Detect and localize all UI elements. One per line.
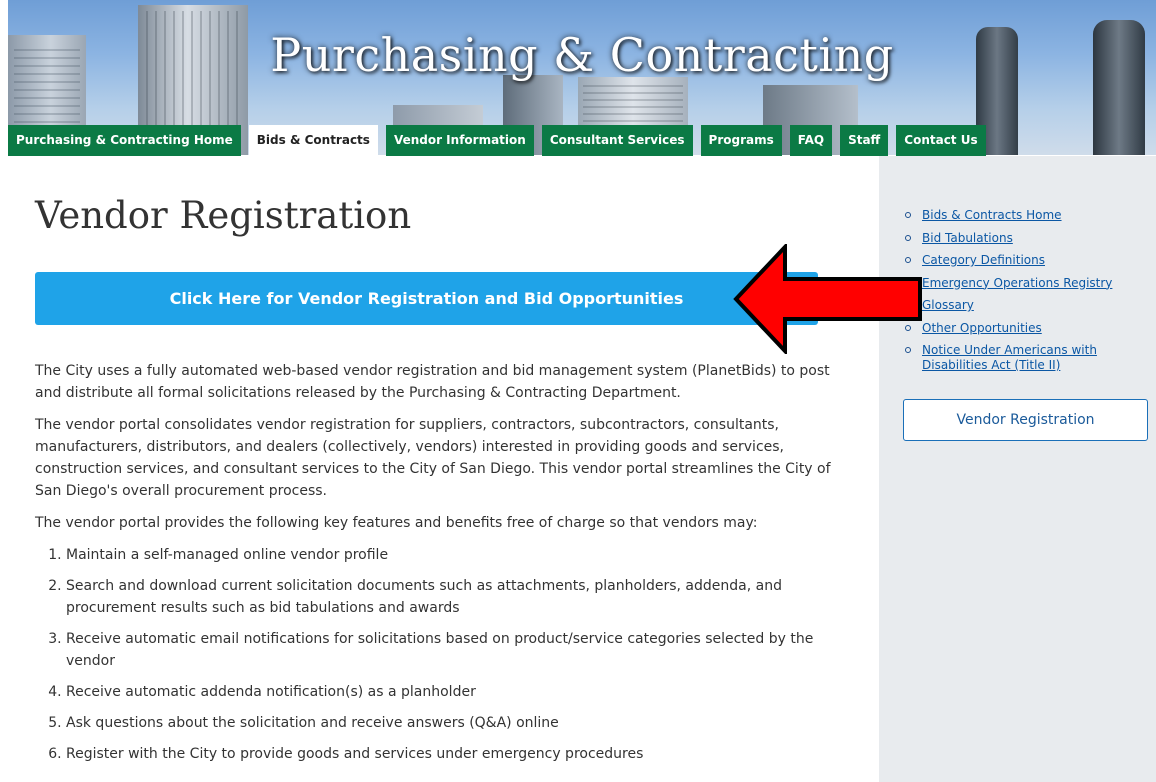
features-intro-paragraph: The vendor portal provides the following… <box>35 515 758 531</box>
link-emergency-operations-registry[interactable]: Emergency Operations Registry <box>922 276 1112 290</box>
list-item: Register with the City to provide goods … <box>66 743 850 765</box>
site-title: Purchasing & Contracting <box>270 28 894 82</box>
sidebar-item-other-opportunities: Other Opportunities <box>904 321 1144 336</box>
sidebar-item-bid-tabulations: Bid Tabulations <box>904 231 1144 246</box>
features-list: Maintain a self-managed online vendor pr… <box>35 544 850 765</box>
tab-faq[interactable]: FAQ <box>789 125 833 156</box>
list-item: Receive automatic email notifications fo… <box>66 628 850 672</box>
link-bids-contracts-home[interactable]: Bids & Contracts Home <box>922 208 1062 222</box>
link-bid-tabulations[interactable]: Bid Tabulations <box>922 231 1013 245</box>
tab-bids-contracts[interactable]: Bids & Contracts <box>248 125 378 156</box>
body-text: The City uses a fully automated web-base… <box>35 360 850 774</box>
list-item: Search and download current solicitation… <box>66 575 850 619</box>
sidebar-item-emergency-operations-registry: Emergency Operations Registry <box>904 276 1144 291</box>
sidebar-item-ada-notice: Notice Under Americans with Disabilities… <box>904 343 1144 373</box>
tab-staff[interactable]: Staff <box>840 125 889 156</box>
tab-vendor-information[interactable]: Vendor Information <box>385 125 534 156</box>
list-item: Receive automatic addenda notification(s… <box>66 681 850 703</box>
vendor-registration-button[interactable]: Vendor Registration <box>903 399 1148 441</box>
portal-paragraph: The vendor portal consolidates vendor re… <box>35 417 831 499</box>
tab-consultant-services[interactable]: Consultant Services <box>541 125 693 156</box>
sidebar-links: Bids & Contracts Home Bid Tabulations Ca… <box>904 208 1144 381</box>
tab-contact-us[interactable]: Contact Us <box>896 125 986 156</box>
list-item: Maintain a self-managed online vendor pr… <box>66 544 850 566</box>
page-title: Vendor Registration <box>35 194 412 237</box>
tab-purchasing-home[interactable]: Purchasing & Contracting Home <box>8 125 241 156</box>
sidebar-item-bids-contracts-home: Bids & Contracts Home <box>904 208 1144 223</box>
link-other-opportunities[interactable]: Other Opportunities <box>922 321 1042 335</box>
sidebar-item-glossary: Glossary <box>904 298 1144 313</box>
link-ada-notice[interactable]: Notice Under Americans with Disabilities… <box>922 343 1097 372</box>
intro-paragraph: The City uses a fully automated web-base… <box>35 363 830 401</box>
tab-programs[interactable]: Programs <box>700 125 782 156</box>
sidebar-item-category-definitions: Category Definitions <box>904 253 1144 268</box>
link-category-definitions[interactable]: Category Definitions <box>922 253 1045 267</box>
list-item: Ask questions about the solicitation and… <box>66 712 850 734</box>
vendor-registration-cta-button[interactable]: Click Here for Vendor Registration and B… <box>35 272 818 325</box>
main-nav-tabs: Purchasing & Contracting Home Bids & Con… <box>8 125 986 156</box>
red-arrow-annotation <box>733 244 922 354</box>
link-glossary[interactable]: Glossary <box>922 298 974 312</box>
